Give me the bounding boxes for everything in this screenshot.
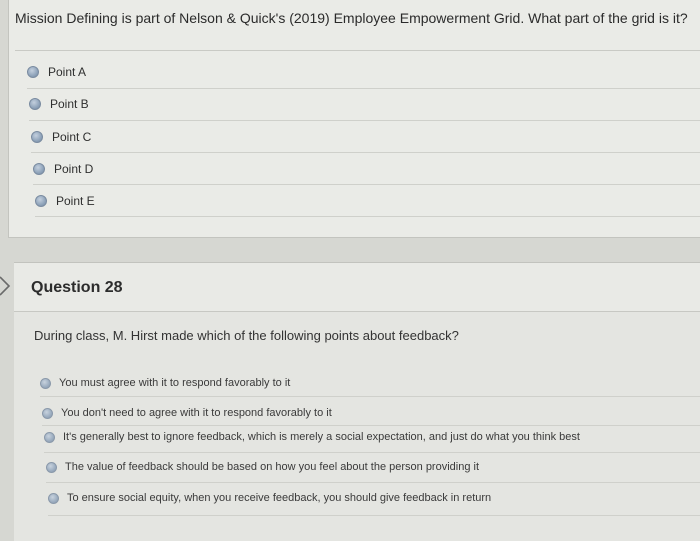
divider	[15, 50, 700, 51]
option-social-equity[interactable]: To ensure social equity, when you receiv…	[48, 489, 491, 507]
radio-icon[interactable]	[42, 407, 53, 419]
option-label: It's generally best to ignore feedback, …	[63, 431, 580, 443]
radio-icon[interactable]	[27, 66, 39, 78]
question-28-title: Question 28	[31, 279, 123, 296]
radio-icon[interactable]	[31, 131, 43, 143]
question-28-body: During class, M. Hirst made which of the…	[14, 312, 700, 541]
radio-icon[interactable]	[40, 377, 51, 389]
radio-icon[interactable]	[46, 461, 57, 473]
option-label: Point D	[54, 162, 94, 176]
divider	[31, 152, 700, 153]
option-dont-need-agree[interactable]: You don't need to agree with it to respo…	[42, 404, 332, 422]
divider	[48, 515, 700, 516]
divider	[35, 216, 700, 217]
divider	[46, 482, 700, 483]
radio-icon[interactable]	[48, 492, 59, 504]
question-28-text: During class, M. Hirst made which of the…	[34, 328, 459, 343]
radio-icon[interactable]	[44, 431, 55, 443]
option-point-b[interactable]: Point B	[29, 94, 89, 114]
question-27-text: Mission Defining is part of Nelson & Qui…	[15, 10, 688, 26]
divider	[29, 120, 700, 121]
option-label: Point C	[52, 130, 92, 144]
option-must-agree[interactable]: You must agree with it to respond favora…	[40, 374, 290, 392]
divider	[40, 396, 700, 397]
radio-icon[interactable]	[33, 163, 45, 175]
quiz-page: Mission Defining is part of Nelson & Qui…	[0, 0, 700, 541]
divider	[33, 184, 700, 185]
option-label: The value of feedback should be based on…	[65, 461, 480, 473]
option-label: You don't need to agree with it to respo…	[61, 407, 332, 419]
chevron-right-icon[interactable]	[0, 275, 12, 297]
divider	[44, 452, 700, 453]
radio-icon[interactable]	[35, 195, 47, 207]
option-label: Point E	[56, 194, 95, 208]
option-label: Point A	[48, 65, 87, 79]
option-label: To ensure social equity, when you receiv…	[67, 492, 492, 504]
option-label: Point B	[50, 97, 89, 111]
option-point-e[interactable]: Point E	[35, 191, 95, 211]
option-based-on-feelings[interactable]: The value of feedback should be based on…	[46, 458, 479, 476]
divider	[27, 88, 700, 89]
option-point-d[interactable]: Point D	[33, 159, 93, 179]
radio-icon[interactable]	[29, 98, 41, 110]
option-point-c[interactable]: Point C	[31, 127, 91, 147]
option-point-a[interactable]: Point A	[27, 62, 86, 82]
question-28-header: Question 28	[14, 262, 700, 312]
option-label: You must agree with it to respond favora…	[59, 377, 291, 389]
option-ignore-feedback[interactable]: It's generally best to ignore feedback, …	[44, 428, 580, 446]
question-27-card: Mission Defining is part of Nelson & Qui…	[8, 0, 700, 238]
divider	[42, 425, 700, 426]
